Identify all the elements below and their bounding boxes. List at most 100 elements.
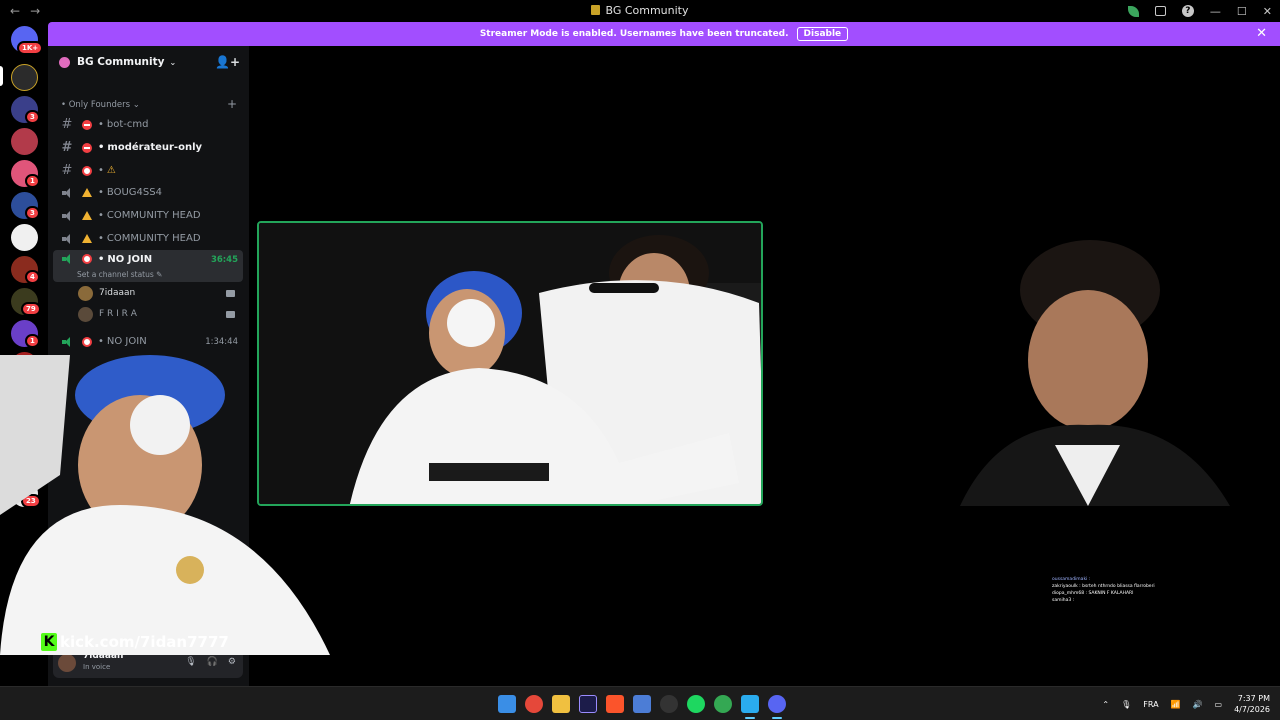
- voice-user[interactable]: F R I R A: [78, 305, 238, 323]
- channel-prefix: •: [98, 210, 104, 221]
- kick-url: kick.com/7idan7777: [60, 633, 229, 651]
- call-duration: 36:45: [210, 255, 238, 265]
- channel-prefix: •: [98, 254, 105, 265]
- guild-boost-icon: [59, 56, 70, 68]
- clock[interactable]: 7:37 PM 4/7/2026: [1234, 693, 1270, 715]
- file-explorer-icon[interactable]: [552, 695, 570, 713]
- channel-prefix: •: [98, 187, 104, 198]
- chat-line: oussamadimaki :: [1052, 577, 1091, 582]
- settings-gear-icon[interactable]: ⚙: [228, 657, 236, 667]
- chevron-down-icon: ⌄: [169, 57, 177, 67]
- channel-prefix: •: [98, 119, 104, 130]
- telegram-icon[interactable]: [741, 695, 759, 719]
- window-titlebar: ← → BG Community ? — ☐ ✕: [0, 0, 1280, 22]
- battery-icon[interactable]: ▭: [1215, 700, 1223, 709]
- spotify-icon[interactable]: [687, 695, 705, 713]
- start-menu-icon[interactable]: [498, 695, 516, 713]
- speaker-icon: [56, 233, 78, 244]
- chrome-profile-icon[interactable]: [714, 695, 732, 713]
- avatar: [78, 285, 93, 301]
- inbox-icon[interactable]: [1154, 6, 1166, 16]
- clock-time: 7:37 PM: [1237, 694, 1270, 703]
- voice-channel-no-join[interactable]: • NO JOIN 1:34:44: [53, 331, 243, 352]
- server-yinyang-icon[interactable]: [11, 224, 38, 251]
- voice-user-name: F R I R A: [99, 309, 137, 319]
- server-badge: 3: [25, 110, 40, 124]
- obs-icon[interactable]: [660, 695, 678, 713]
- close-banner-icon[interactable]: ✕: [1256, 26, 1267, 41]
- guild-name: BG Community: [77, 56, 165, 68]
- channel-prefix: •: [98, 233, 104, 244]
- channel-name: modérateur-only: [107, 142, 203, 153]
- nitro-leaf-icon[interactable]: [1127, 5, 1139, 17]
- server-badge: 3: [25, 206, 40, 220]
- streamer-mode-banner: Streamer Mode is enabled. Usernames have…: [48, 22, 1280, 46]
- warning-icon: [82, 188, 92, 197]
- voice-channel-boug4ss4[interactable]: • BOUG4SS4: [53, 182, 243, 203]
- microphone-tray-icon[interactable]: 🎙: [1121, 700, 1131, 709]
- invite-people-icon[interactable]: 👤+: [215, 55, 240, 69]
- close-window-button[interactable]: ✕: [1263, 5, 1272, 18]
- speaker-icon: [56, 336, 78, 347]
- after-effects-icon[interactable]: [579, 695, 597, 713]
- channel-name: NO JOIN: [106, 336, 147, 347]
- channel-name: BOUG4SS4: [106, 187, 162, 198]
- voice-user-name: 7idaaan: [99, 288, 136, 298]
- call-duration: 1:34:44: [205, 336, 238, 347]
- stream-chat-overlay: oussamadimaki : zakriyaoulk : bsrteh nth…: [1052, 576, 1192, 604]
- channel-status-text: Set a channel status: [77, 270, 154, 279]
- help-icon[interactable]: ?: [1181, 5, 1194, 17]
- no-entry-icon: [82, 142, 92, 153]
- camera-icon: [226, 310, 235, 318]
- category-only-founders[interactable]: • Only Founders ⌄ +: [61, 97, 237, 111]
- kick-logo-icon: K: [41, 633, 57, 651]
- disable-streamer-mode-button[interactable]: Disable: [796, 27, 849, 41]
- speaker-icon: [56, 187, 78, 198]
- app-icon[interactable]: [633, 695, 651, 713]
- avatar[interactable]: [58, 654, 76, 672]
- server-badge: 1: [25, 334, 40, 348]
- voice-channel-community-head[interactable]: • COMMUNITY HEAD: [53, 228, 243, 249]
- server-red-icon[interactable]: [11, 128, 38, 155]
- camera-icon: [226, 289, 235, 297]
- server-bg-community-icon[interactable]: [11, 64, 38, 91]
- add-channel-icon[interactable]: +: [227, 97, 237, 111]
- server-badge: 79: [21, 302, 41, 316]
- channel-warning[interactable]: # • ⚠: [53, 160, 243, 181]
- text-channel-icon: #: [61, 117, 73, 132]
- text-channel-icon: #: [61, 140, 73, 155]
- kick-overlay: K kick.com/7idan7777: [41, 632, 229, 652]
- selected-pill: [0, 66, 3, 86]
- window-title: BG Community: [0, 0, 1280, 22]
- category-name: • Only Founders ⌄: [61, 100, 140, 110]
- wifi-icon[interactable]: 📶: [1171, 700, 1181, 709]
- volume-icon[interactable]: 🔊: [1193, 700, 1203, 709]
- channel-bot-cmd[interactable]: # • bot-cmd: [53, 114, 243, 135]
- warning-icon: [82, 211, 92, 220]
- avatar: [78, 306, 93, 322]
- channel-moderateur-only[interactable]: # • modérateur-only: [53, 137, 243, 158]
- chrome-icon[interactable]: [525, 695, 543, 713]
- voice-user[interactable]: 7idaaan: [78, 284, 238, 302]
- taskbar-apps: [498, 695, 786, 719]
- channel-prefix: •: [98, 165, 104, 176]
- microphone-icon[interactable]: 🎙: [185, 657, 196, 667]
- window-title-text: BG Community: [605, 4, 689, 17]
- text-channel-icon: #: [61, 163, 73, 178]
- minimize-button[interactable]: —: [1210, 5, 1221, 18]
- set-channel-status[interactable]: Set a channel status ✎: [77, 270, 162, 279]
- guild-header[interactable]: BG Community ⌄ 👤+: [48, 46, 249, 78]
- channel-name: COMMUNITY HEAD: [106, 233, 201, 244]
- language-indicator[interactable]: FRA: [1143, 700, 1158, 709]
- discord-icon[interactable]: [768, 695, 786, 719]
- no-entry-icon: [82, 119, 92, 130]
- maximize-button[interactable]: ☐: [1237, 5, 1247, 18]
- headset-icon[interactable]: 🎧: [207, 657, 218, 667]
- brave-icon[interactable]: [606, 695, 624, 713]
- channel-name: NO JOIN: [107, 254, 153, 265]
- system-tray: ⌃ 🎙 FRA 📶 🔊 ▭ 7:37 PM 4/7/2026: [1102, 687, 1270, 720]
- voice-channel-community-head[interactable]: • COMMUNITY HEAD: [53, 205, 243, 226]
- channel-name: bot-cmd: [106, 119, 149, 130]
- clock-date: 4/7/2026: [1234, 705, 1270, 714]
- tray-overflow-icon[interactable]: ⌃: [1102, 700, 1109, 709]
